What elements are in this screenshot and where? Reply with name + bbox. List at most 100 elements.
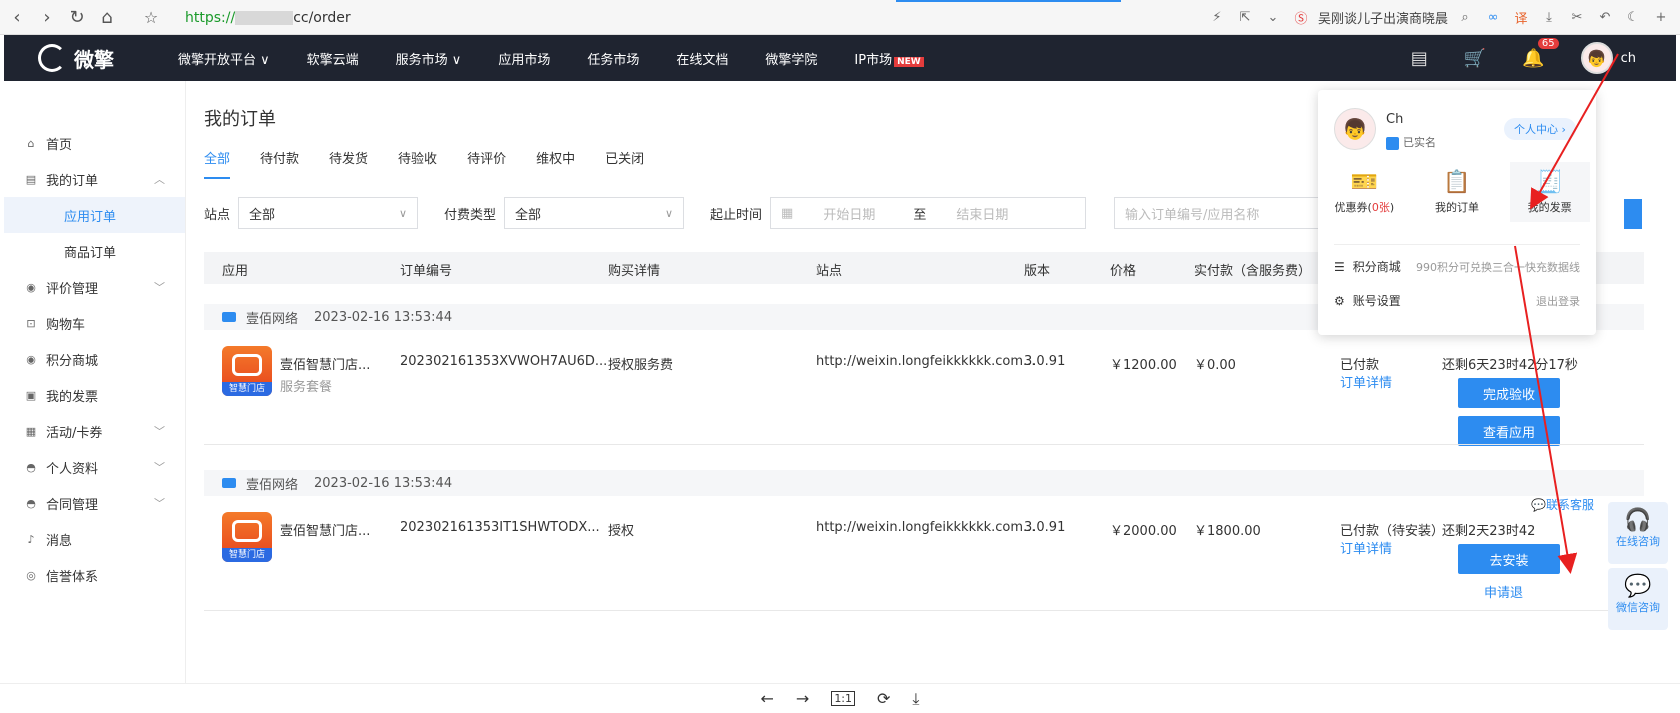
arrow-left-icon[interactable]: ← (761, 689, 774, 708)
view-app-button[interactable]: 查看应用 (1458, 416, 1560, 446)
install-button[interactable]: 去安装 (1458, 544, 1560, 574)
sidebar-item[interactable]: ▦ 活动/卡券 ﹀ (4, 413, 185, 449)
tab-pending-acceptance[interactable]: 待验收 (398, 148, 437, 179)
search-button[interactable] (1624, 199, 1642, 229)
nav-academy[interactable]: 微擎学院 (765, 49, 817, 68)
site-url: http://weixin.longfeikkkkkk.com... (816, 354, 1036, 369)
app-name[interactable]: 壹佰智慧门店... (280, 354, 370, 373)
popup-avatar[interactable]: 👦 (1334, 108, 1376, 150)
actual-size-icon[interactable]: 1:1 (831, 691, 856, 706)
infinity-icon[interactable]: ∞ (1482, 10, 1504, 25)
cart-icon[interactable]: 🛒 (1464, 48, 1486, 69)
shop-icon (222, 478, 236, 488)
app-name[interactable]: 壹佰智慧门店... (280, 520, 370, 539)
personal-center-button[interactable]: 个人中心 › (1504, 118, 1576, 140)
flash-icon[interactable]: ⚡ (1206, 10, 1228, 25)
undo-icon[interactable]: ↶ (1594, 10, 1616, 25)
sidebar-item-label: 应用订单 (64, 209, 117, 225)
online-consult-button[interactable]: 🎧 在线咨询 (1608, 502, 1668, 564)
price: ￥1200.00 (1110, 358, 1177, 373)
my-orders-shortcut[interactable]: 📋 我的订单 (1417, 162, 1497, 222)
my-invoices-shortcut[interactable]: 🧾 我的发票 (1509, 162, 1590, 222)
address-bar[interactable]: https:// cc/order (185, 6, 351, 30)
points-mall-label: 积分商城 (1352, 260, 1401, 274)
shop-name[interactable]: 壹佰网络 (246, 308, 298, 327)
logout-link[interactable]: 退出登录 (1536, 293, 1580, 309)
news-ticker[interactable]: 吴刚谈儿子出演商晓晨 (1318, 8, 1448, 27)
home-icon[interactable]: ⌂ (94, 4, 120, 30)
start-date-input[interactable]: 开始日期 (823, 204, 913, 223)
sidebar-item[interactable]: ◉ 积分商城 (4, 341, 185, 377)
site-logo[interactable]: 微擎 (38, 44, 168, 73)
reload-icon[interactable]: ↻ (64, 4, 90, 30)
tab-all[interactable]: 全部 (204, 148, 231, 179)
sidebar-item[interactable]: 应用订单 (4, 197, 185, 233)
sidebar-item[interactable]: ◎ 信誉体系 (4, 557, 185, 593)
apply-refund-link[interactable]: 申请退 (1484, 582, 1523, 601)
user-menu[interactable]: 👦 ch (1580, 42, 1636, 74)
moon-icon[interactable]: ☾ (1622, 10, 1644, 25)
tab-pending-review[interactable]: 待评价 (467, 148, 506, 179)
forward-icon[interactable]: › (34, 4, 60, 30)
sidebar-item[interactable]: ⌂ 首页 (4, 125, 185, 161)
tab-pending-payment[interactable]: 待付款 (260, 148, 299, 179)
wechat-consult-button[interactable]: 💬 微信咨询 (1608, 568, 1668, 630)
contact-service-link[interactable]: 💬联系客服 (1531, 496, 1594, 513)
star-icon[interactable]: ☆ (138, 4, 164, 30)
bell-icon[interactable]: 🔔 65 (1522, 37, 1559, 69)
tab-closed[interactable]: 已关闭 (605, 148, 644, 179)
sogou-icon[interactable]: Ⓢ (1290, 8, 1312, 27)
sidebar-item-icon: ▣ (25, 388, 37, 402)
date-range-picker[interactable]: ▦ 开始日期 至 结束日期 (770, 197, 1087, 229)
sidebar-item[interactable]: ♪ 消息 (4, 521, 185, 557)
order-detail-link[interactable]: 订单详情 (1340, 372, 1392, 391)
app-icon[interactable]: 智慧门店3.0 (222, 512, 272, 574)
sidebar-item[interactable]: ◓ 合同管理 ﹀ (4, 485, 185, 521)
sidebar-item[interactable]: 商品订单 (4, 233, 185, 269)
chevron-icon: ﹀ (154, 281, 165, 294)
sidebar-item-icon: ◉ (26, 280, 36, 294)
avatar[interactable]: 👦 (1580, 42, 1613, 74)
sidebar-item[interactable]: ▤ 我的订单 ︿ (4, 161, 185, 197)
points-mall-item[interactable]: ☰ 积分商城 990积分可兑换三合一快充数据线 (1334, 258, 1580, 275)
nav-service-market[interactable]: 服务市场 ∨ (396, 49, 462, 68)
order-detail-link[interactable]: 订单详情 (1340, 538, 1392, 557)
plus-icon[interactable]: + (1650, 10, 1672, 25)
search-icon[interactable]: ⌕ (1454, 10, 1476, 25)
nav-docs[interactable]: 在线文档 (676, 49, 728, 68)
share-icon[interactable]: ⇱ (1234, 10, 1256, 25)
shop-name[interactable]: 壹佰网络 (246, 474, 298, 493)
pay-type-select[interactable]: 全部 ∨ (504, 197, 685, 229)
site-select[interactable]: 全部 ∨ (238, 197, 419, 229)
sidebar-item[interactable]: ◉ 评价管理 ﹀ (4, 269, 185, 305)
nav-task-market[interactable]: 任务市场 (587, 49, 639, 68)
complete-acceptance-button[interactable]: 完成验收 (1458, 378, 1560, 408)
sidebar-item[interactable]: ⊡ 购物车 (4, 305, 185, 341)
clipboard-icon[interactable]: ▤ (1411, 48, 1428, 69)
nav-cloud[interactable]: 软擎云端 (307, 49, 359, 68)
download-icon[interactable]: ⤓ (1538, 10, 1560, 25)
divider (204, 610, 1644, 611)
coupons-shortcut[interactable]: 🎫 优惠券(0张) (1324, 162, 1404, 222)
nav-open-platform[interactable]: 微擎开放平台 ∨ (178, 49, 270, 68)
arrow-right-icon[interactable]: → (796, 689, 809, 708)
sidebar-item[interactable]: ◓ 个人资料 ﹀ (4, 449, 185, 485)
purchase-detail: 授权服务费 (608, 358, 674, 373)
nav-ip-market[interactable]: IP市场 NEW (854, 49, 924, 68)
page-title: 我的订单 (204, 109, 276, 130)
tab-disputes[interactable]: 维权中 (536, 148, 575, 179)
nav-app-market[interactable]: 应用市场 (498, 49, 550, 68)
chevron-down-icon[interactable]: ⌄ (1262, 10, 1284, 25)
account-settings-item[interactable]: ⚙ 账号设置 退出登录 (1334, 292, 1580, 309)
app-icon[interactable]: 智慧门店3.0 (222, 346, 272, 408)
download-icon[interactable]: ⤓ (912, 689, 919, 709)
scissors-icon[interactable]: ✂ (1566, 10, 1588, 25)
sidebar-item[interactable]: ▣ 我的发票 (4, 377, 185, 413)
sidebar-item-icon: ◎ (26, 568, 36, 582)
tab-pending-shipment[interactable]: 待发货 (329, 148, 368, 179)
rotate-icon[interactable]: ⟳ (877, 689, 890, 708)
end-date-input[interactable]: 结束日期 (956, 204, 1008, 223)
translate-icon[interactable]: 译 (1510, 8, 1532, 27)
back-icon[interactable]: ‹ (4, 4, 30, 30)
headset-icon: 🎧 (1624, 508, 1652, 533)
